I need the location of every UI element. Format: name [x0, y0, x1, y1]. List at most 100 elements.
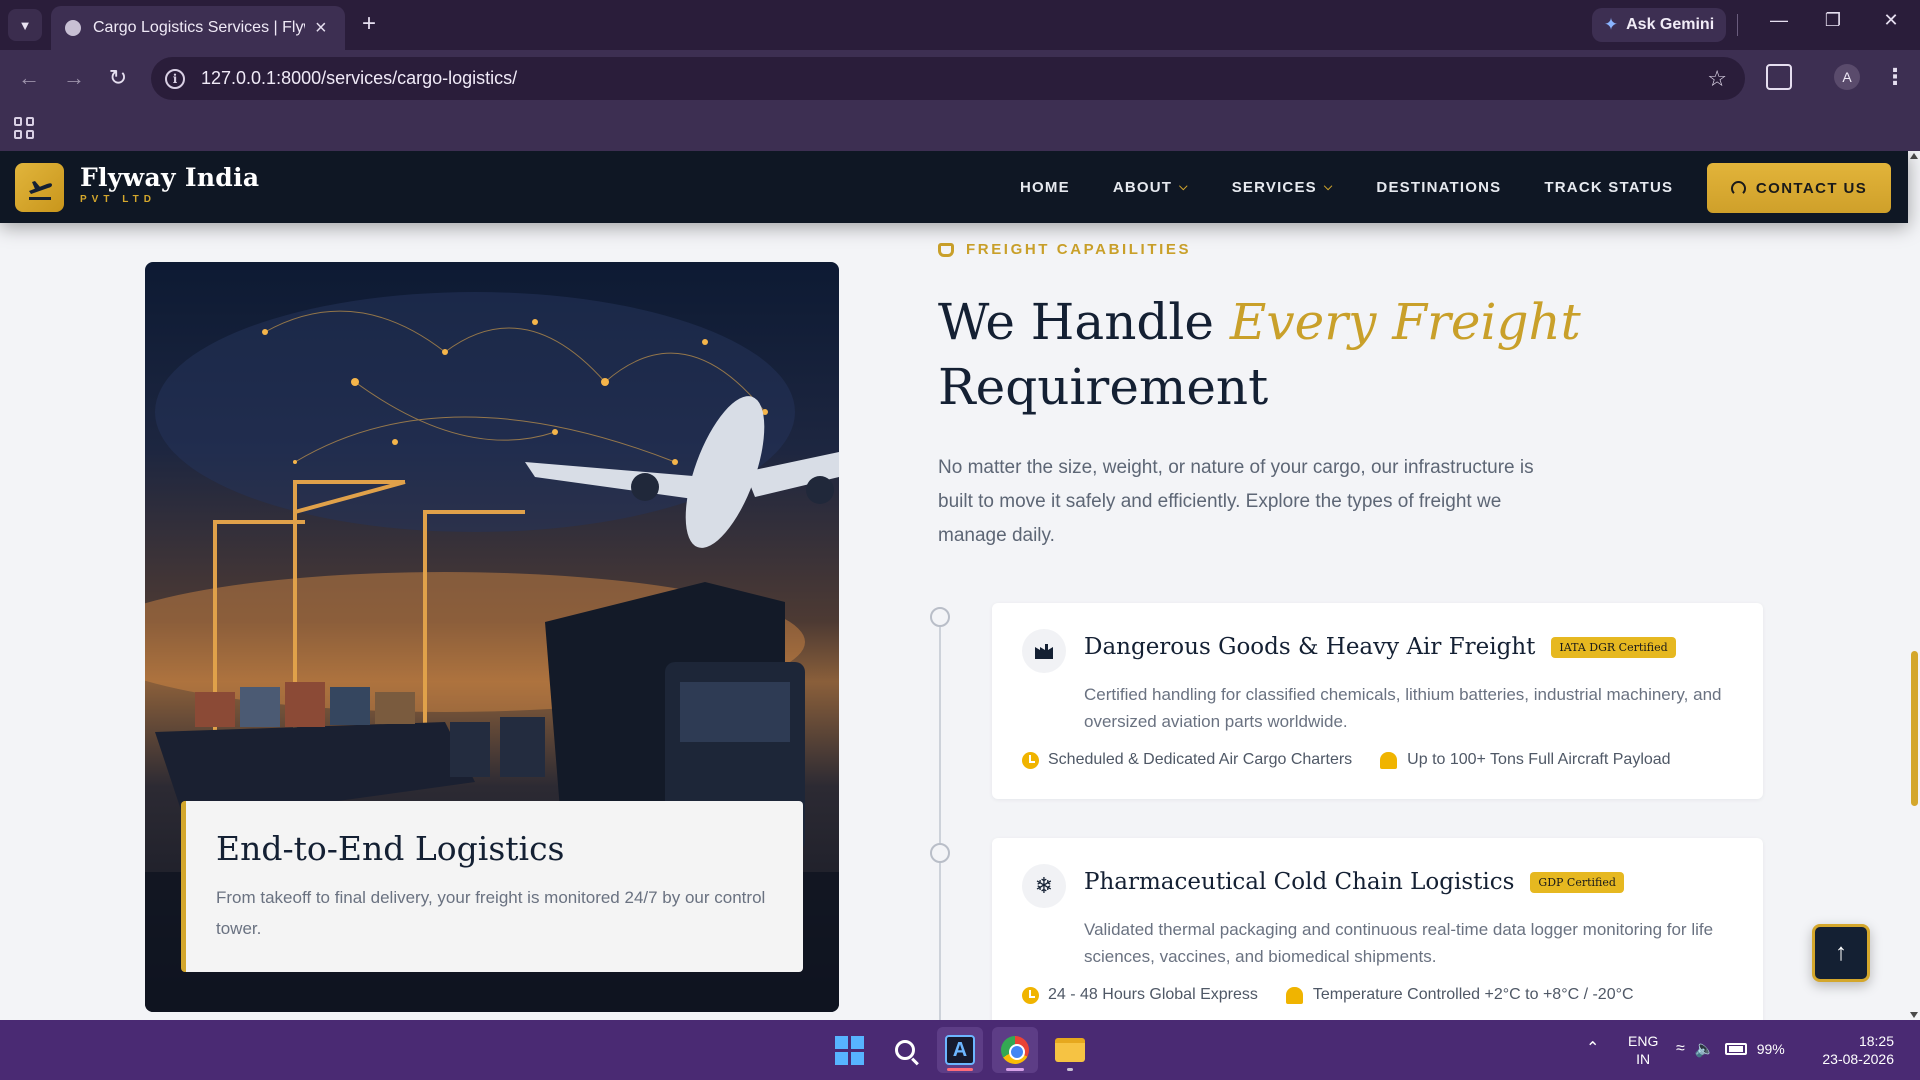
contact-us-label: CONTACT US — [1755, 179, 1868, 197]
address-bar[interactable]: i 127.0.0.1:8000/services/cargo-logistic… — [151, 57, 1745, 100]
start-button[interactable] — [826, 1027, 872, 1073]
tab-title: Cargo Logistics Services | Flyway India — [93, 19, 305, 36]
scroll-down-arrow-icon[interactable] — [1910, 1012, 1918, 1018]
section-lead: No matter the size, weight, or nature of… — [938, 457, 1534, 546]
nav-track-status[interactable]: TRACK STATUS — [1544, 179, 1673, 196]
chevron-down-icon: ⌵ — [1179, 180, 1189, 193]
end-to-end-logistics-card: End-to-End Logistics From takeoff to fin… — [181, 801, 803, 972]
scroll-to-top-button[interactable]: ↑ — [1812, 924, 1870, 982]
new-tab-button[interactable]: + — [354, 10, 384, 40]
certification-badge: GDP Certified — [1530, 871, 1624, 893]
taskbar-chrome[interactable] — [992, 1027, 1038, 1073]
apps-grid-icon[interactable] — [14, 117, 36, 139]
bookmark-star-icon[interactable]: ☆ — [1707, 66, 1727, 92]
site-info-icon[interactable]: i — [165, 68, 185, 89]
browser-toolbar: ← → ↻ i 127.0.0.1:8000/services/cargo-lo… — [0, 50, 1920, 108]
certification-badge: IATA DGR Certified — [1551, 636, 1676, 658]
extensions-icon[interactable] — [1766, 64, 1792, 90]
thermometer-icon — [1285, 986, 1303, 1004]
headline-part1: We Handle — [938, 293, 1230, 351]
feature-title-text: Pharmaceutical Cold Chain Logistics — [1084, 869, 1515, 895]
back-icon[interactable]: ← — [14, 65, 44, 91]
contact-us-button[interactable]: CONTACT US — [1707, 163, 1891, 213]
feature-meta-temperature: Temperature Controlled +2°C to +8°C / -2… — [1312, 986, 1634, 1003]
battery-percent: 99% — [1756, 1041, 1785, 1057]
plane-logo-icon[interactable] — [15, 163, 64, 212]
feature-meta: 24 - 48 Hours Global Express Temperature… — [1022, 986, 1634, 1004]
clock-time: 18:25 — [1858, 1033, 1894, 1049]
overlay-title: End-to-End Logistics — [216, 829, 565, 868]
feature-card-cold-chain[interactable]: ❄ Pharmaceutical Cold Chain Logistics GD… — [992, 838, 1763, 1020]
page-viewport: Flyway India PVT LTD HOME ABOUT ⌵ SERVICE… — [0, 151, 1920, 1020]
chevron-up-icon[interactable]: ⌃ — [1586, 1038, 1599, 1058]
language-code: ENG — [1628, 1033, 1659, 1049]
page-scrollbar[interactable] — [1908, 151, 1920, 1020]
close-window-icon[interactable]: ✕ — [1876, 10, 1906, 31]
search-icon — [895, 1040, 915, 1060]
divider — [1737, 14, 1738, 36]
headline-accent: Every Freight — [1229, 293, 1581, 351]
folder-icon — [1055, 1038, 1085, 1062]
snowflake-icon: ❄ — [1022, 864, 1066, 908]
nav-about-label: ABOUT — [1112, 178, 1173, 196]
running-indicator — [947, 1068, 973, 1071]
ask-gemini-label: Ask Gemini — [1626, 16, 1715, 33]
feature-meta-capacity: Up to 100+ Tons Full Aircraft Payload — [1407, 751, 1671, 768]
forward-icon[interactable]: → — [59, 65, 89, 91]
volume-icon: 🔈 — [1694, 1041, 1715, 1058]
feature-meta: Scheduled & Dedicated Air Cargo Charters… — [1022, 751, 1671, 769]
timeline-line — [939, 617, 941, 1020]
minimize-icon[interactable]: — — [1764, 10, 1794, 31]
nav-destinations[interactable]: DESTINATIONS — [1376, 179, 1501, 196]
region-code: IN — [1636, 1051, 1651, 1067]
logistics-hero-image: End-to-End Logistics From takeoff to fin… — [145, 262, 839, 1012]
ask-gemini-button[interactable]: ✦ Ask Gemini — [1592, 8, 1726, 42]
clock-icon — [1022, 986, 1039, 1004]
globe-icon — [65, 20, 81, 36]
scroll-up-arrow-icon[interactable] — [1910, 153, 1918, 159]
logo-name[interactable]: Flyway India — [80, 163, 259, 192]
restore-icon[interactable]: ❐ — [1818, 10, 1848, 31]
active-tab[interactable]: Cargo Logistics Services | Flyway India … — [51, 6, 345, 50]
feature-card-dangerous-goods[interactable]: Dangerous Goods & Heavy Air Freight IATA… — [992, 603, 1763, 799]
feature-description: Validated thermal packaging and continuo… — [1084, 920, 1714, 966]
main-menu: HOME ABOUT ⌵ SERVICES ⌵ DESTINATIONS TRACK… — [1020, 151, 1716, 223]
taskbar-search-button[interactable] — [882, 1027, 928, 1073]
gemini-icon: ✦ — [1603, 15, 1619, 34]
feature-title: Pharmaceutical Cold Chain Logistics GDP … — [1084, 869, 1624, 895]
browser-menu-icon[interactable]: ⋮ — [1884, 64, 1906, 90]
browser-tabbar: ▼ Cargo Logistics Services | Flyway Indi… — [0, 0, 1920, 50]
profile-avatar[interactable]: A — [1834, 64, 1860, 90]
nav-about[interactable]: ABOUT ⌵ — [1113, 179, 1189, 196]
scrollbar-thumb[interactable] — [1911, 651, 1918, 806]
system-tray[interactable]: ≈ 🔈 99% — [1676, 1039, 1785, 1059]
tab-search-button[interactable]: ▼ — [8, 9, 42, 41]
chevron-down-icon: ⌵ — [1323, 180, 1334, 193]
factory-icon — [1022, 629, 1066, 673]
running-indicator — [1067, 1068, 1073, 1071]
nav-home-label: HOME — [1020, 178, 1070, 196]
chrome-icon — [1001, 1036, 1029, 1064]
close-tab-icon[interactable]: × — [315, 17, 327, 40]
reload-icon[interactable]: ↻ — [103, 65, 133, 91]
taskbar-app-a[interactable]: A — [937, 1027, 983, 1073]
taskbar-file-explorer[interactable] — [1047, 1027, 1093, 1073]
nav-destinations-label: DESTINATIONS — [1376, 178, 1502, 196]
nav-home[interactable]: HOME — [1020, 179, 1070, 196]
section-eyebrow: FREIGHT CAPABILITIES — [938, 241, 1191, 258]
wifi-icon: ≈ — [1676, 1040, 1685, 1057]
nav-services-label: SERVICES — [1231, 178, 1317, 196]
timeline-dot — [930, 843, 950, 863]
windows-logo-icon — [834, 1035, 864, 1065]
url-text[interactable]: 127.0.0.1:8000/services/cargo-logistics/ — [201, 68, 517, 89]
bookmarks-bar — [0, 108, 1920, 151]
overlay-text: From takeoff to final delivery, your fre… — [216, 888, 766, 938]
arrow-up-icon: ↑ — [1835, 939, 1847, 966]
clock-date: 23-08-2026 — [1822, 1051, 1894, 1067]
language-indicator[interactable]: ENG IN — [1628, 1032, 1658, 1068]
timeline-dot — [930, 607, 950, 627]
battery-icon — [1724, 1043, 1747, 1055]
nav-services[interactable]: SERVICES ⌵ — [1232, 179, 1334, 196]
windows-taskbar: A ⌃ ENG IN ≈ 🔈 99% 18:25 23-08-2026 — [0, 1020, 1920, 1080]
taskbar-clock[interactable]: 18:25 23-08-2026 — [1810, 1032, 1894, 1068]
